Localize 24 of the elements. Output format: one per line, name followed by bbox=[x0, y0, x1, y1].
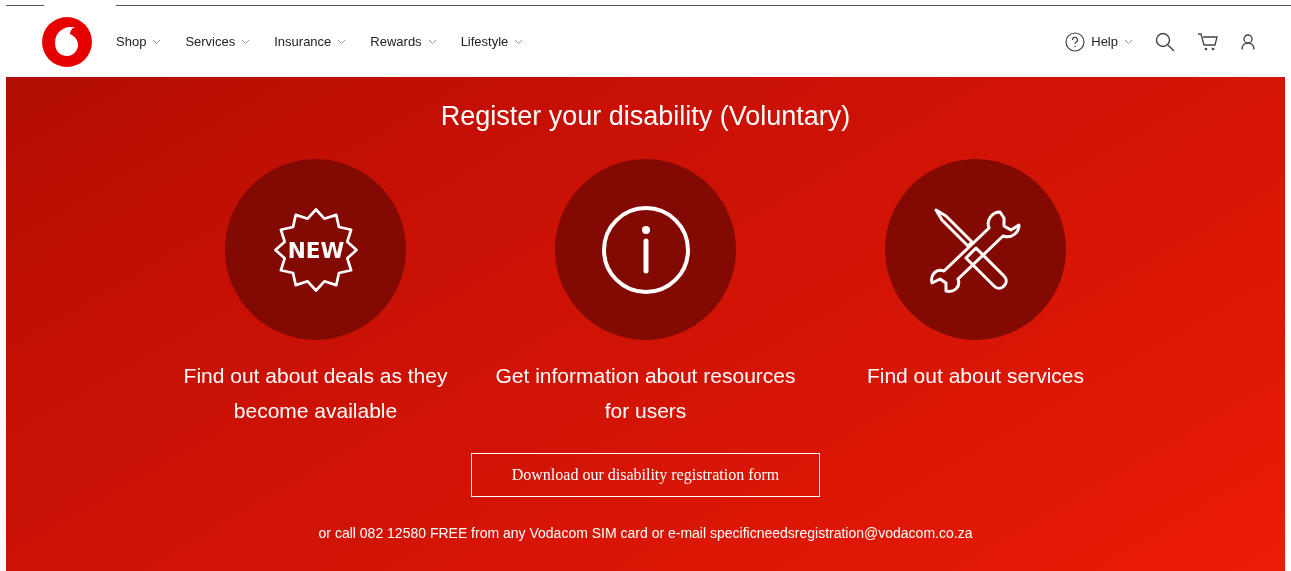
nav-menu[interactable]: Lifestyle bbox=[460, 31, 524, 52]
feature-caption: Find out about deals as they become available bbox=[182, 363, 449, 425]
chevron-icon bbox=[337, 38, 347, 45]
cart-icon[interactable] bbox=[1197, 31, 1219, 52]
account-icon[interactable] bbox=[1241, 33, 1255, 50]
chevron-icon bbox=[152, 38, 162, 45]
help-menu[interactable]: Help bbox=[1065, 31, 1133, 52]
feature-caption: Get information about resources for users bbox=[494, 363, 797, 425]
nav-menu[interactable]: Shop bbox=[116, 31, 162, 52]
feature-caption: Find out about services bbox=[865, 363, 1086, 390]
contact-text: or call 082 12580 FREE from any Vodacom SIM card or e-mail specificneedsregistration@vodacom.co.za bbox=[318, 525, 973, 542]
nav-menu[interactable]: Insurance bbox=[274, 31, 347, 52]
page-title: Register your disability (Voluntary) bbox=[439, 100, 852, 133]
help-icon bbox=[1065, 31, 1086, 52]
chevron-icon bbox=[1124, 38, 1133, 45]
logo-icon[interactable] bbox=[42, 16, 92, 67]
info-icon bbox=[600, 204, 691, 295]
download-button[interactable]: Download our disability registration form bbox=[470, 453, 821, 498]
chevron-icon bbox=[427, 38, 437, 45]
nav-menu[interactable]: Rewards bbox=[370, 31, 437, 52]
search-icon[interactable] bbox=[1155, 31, 1175, 52]
nav-menu[interactable]: Services bbox=[185, 31, 251, 52]
chevron-icon bbox=[514, 38, 524, 45]
chevron-icon bbox=[241, 38, 251, 45]
